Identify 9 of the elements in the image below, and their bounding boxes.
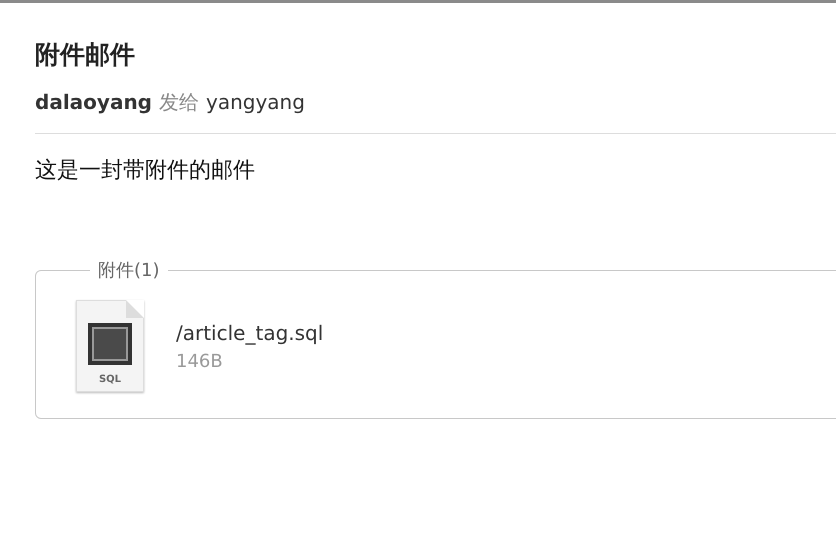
email-body: 这是一封带附件的邮件 [35,157,256,185]
email-subject: 附件邮件 [35,39,136,71]
sender-name: dalaoyang [35,89,152,116]
sent-to-label: 发给 [159,89,199,116]
attachments-legend: 附件(1) [90,258,168,282]
file-size: 146B [176,350,224,372]
file-name[interactable]: /article_tag.sql [176,320,324,344]
recipient-name: yangyang [206,89,305,116]
sql-file-icon[interactable]: SQL [76,300,144,392]
